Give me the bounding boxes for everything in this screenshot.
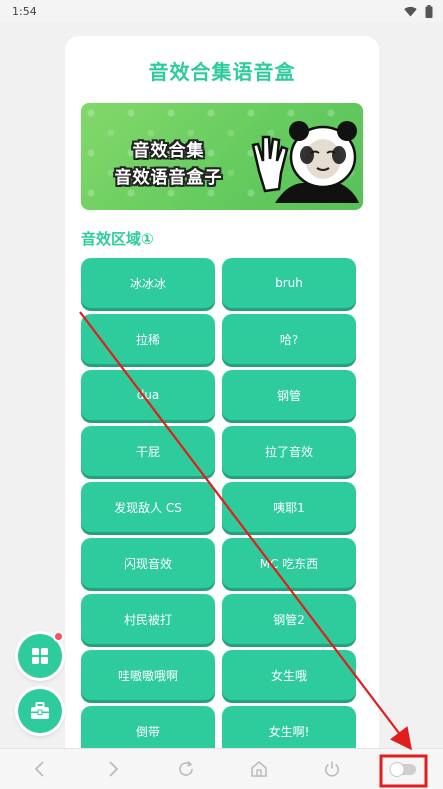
sound-button[interactable]: 发现敌人 CS (81, 482, 215, 532)
notification-badge (53, 631, 64, 642)
apps-button[interactable] (18, 631, 64, 678)
sound-button[interactable]: 拉稀 (81, 314, 215, 364)
power-icon[interactable] (320, 757, 344, 781)
status-icons (404, 4, 433, 18)
sound-button[interactable]: 倒带 (81, 706, 215, 748)
main-card: 音效合集语音盒 音效合集 音效语音盒子 音效区域① 冰冰冰 bruh 拉稀 哈?… (65, 36, 379, 748)
battery-icon (425, 4, 433, 18)
sound-button[interactable]: 冰冰冰 (81, 258, 215, 308)
sound-button[interactable]: 咦耶1 (222, 482, 356, 532)
panda-meme-image (251, 121, 359, 203)
banner[interactable]: 音效合集 音效语音盒子 (81, 103, 363, 210)
section-title: 音效区域① (81, 230, 154, 248)
bottom-navigation (0, 748, 443, 789)
back-icon[interactable] (28, 757, 52, 781)
toggle-icon[interactable] (388, 757, 418, 781)
sound-button[interactable]: 哈? (222, 314, 356, 364)
status-bar: 1:54 (0, 0, 443, 22)
sound-button[interactable]: bruh (222, 258, 356, 308)
sound-button[interactable]: 村民被打 (81, 594, 215, 644)
sound-button[interactable]: MC 吃东西 (222, 538, 356, 588)
toolbox-button[interactable] (18, 689, 62, 733)
sound-button[interactable]: 干屁 (81, 426, 215, 476)
page-title: 音效合集语音盒 (148, 60, 296, 84)
sound-button[interactable]: 拉了音效 (222, 426, 356, 476)
apps-grid-icon (32, 648, 48, 664)
sound-button[interactable]: dua (81, 370, 215, 420)
sound-button-grid: 冰冰冰 bruh 拉稀 哈? dua 钢管 干屁 拉了音效 发现敌人 CS 咦耶… (81, 258, 356, 748)
sound-button[interactable]: 钢管 (222, 370, 356, 420)
status-time: 1:54 (12, 4, 37, 18)
home-icon[interactable] (247, 757, 271, 781)
sound-button[interactable]: 女生哦 (222, 650, 356, 700)
banner-line-2: 音效语音盒子 (114, 168, 223, 188)
wifi-icon (404, 6, 417, 16)
sound-button[interactable]: 哇嗷嗷哦啊 (81, 650, 215, 700)
banner-line-1: 音效合集 (132, 141, 205, 161)
sound-button[interactable]: 闪现音效 (81, 538, 215, 588)
sound-button[interactable]: 女生啊! (222, 706, 356, 748)
sound-button[interactable]: 钢管2 (222, 594, 356, 644)
forward-icon[interactable] (101, 757, 125, 781)
refresh-icon[interactable] (174, 757, 198, 781)
toolbox-icon (31, 702, 49, 719)
